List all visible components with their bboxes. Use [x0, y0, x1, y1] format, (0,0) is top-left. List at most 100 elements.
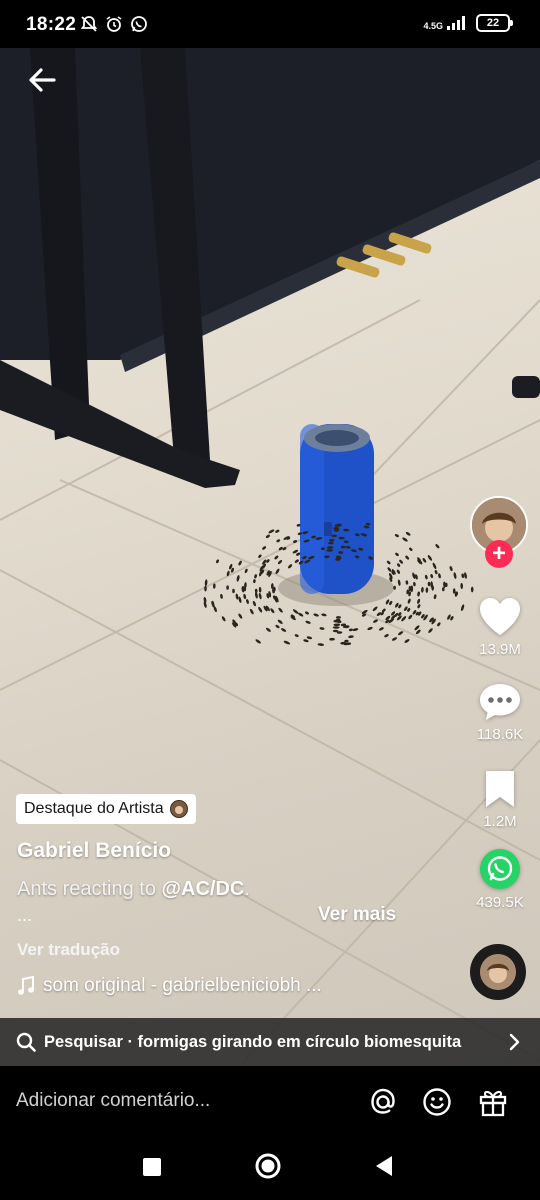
- ant: [226, 585, 229, 590]
- ant: [333, 619, 339, 623]
- ant: [332, 629, 339, 633]
- share-button[interactable]: 439.5K: [460, 848, 540, 911]
- ant: [348, 635, 354, 639]
- back-nav-button[interactable]: [372, 1154, 396, 1178]
- follow-button[interactable]: +: [485, 540, 513, 568]
- ant: [333, 527, 340, 530]
- recent-apps-button[interactable]: [141, 1156, 163, 1178]
- ant: [321, 613, 327, 617]
- ant: [305, 611, 309, 615]
- ant: [216, 559, 219, 564]
- back-arrow-icon: [29, 68, 56, 92]
- ant: [461, 573, 465, 578]
- ant: [379, 627, 384, 631]
- see-more-button[interactable]: Ver mais: [318, 904, 396, 926]
- ant: [464, 572, 467, 579]
- back-button[interactable]: [24, 62, 60, 98]
- ant: [313, 613, 319, 617]
- home-button[interactable]: [254, 1152, 282, 1180]
- ant: [243, 593, 247, 600]
- ant: [317, 643, 325, 646]
- ant: [276, 539, 281, 543]
- whatsapp-status-icon: [131, 16, 147, 32]
- ant: [417, 604, 421, 609]
- ant: [413, 582, 416, 587]
- ant: [397, 579, 401, 586]
- ant: [410, 585, 414, 593]
- ant: [425, 587, 429, 593]
- ant: [277, 619, 283, 624]
- ant: [421, 586, 424, 593]
- ant: [288, 564, 293, 569]
- whatsapp-icon: [480, 849, 520, 889]
- ant: [460, 582, 464, 590]
- ant: [232, 588, 235, 594]
- related-search-bar[interactable]: Pesquisar · formigas girando em círculo …: [0, 1018, 540, 1066]
- ant: [265, 627, 271, 632]
- music-disc-cover: [480, 954, 516, 990]
- ant: [249, 608, 254, 615]
- ant: [394, 534, 399, 538]
- ant: [283, 640, 291, 645]
- ant: [235, 593, 239, 600]
- ant: [393, 585, 396, 590]
- comment-count: 118.6K: [476, 726, 524, 743]
- ant: [244, 568, 248, 574]
- music-disc[interactable]: [470, 944, 526, 1000]
- ant: [438, 573, 441, 579]
- ant: [470, 586, 474, 593]
- video-player[interactable]: [0, 48, 540, 1066]
- ant: [278, 607, 283, 613]
- ant: [396, 569, 400, 574]
- badge-avatar-image: [170, 801, 187, 817]
- ant: [332, 626, 340, 629]
- ant: [348, 628, 353, 632]
- ant: [204, 585, 207, 592]
- comment-icon: [480, 684, 520, 720]
- signal-icon: [447, 16, 465, 30]
- search-suggestion: Pesquisar · formigas girando em círculo …: [44, 1032, 462, 1051]
- ant: [352, 628, 359, 632]
- author-name[interactable]: Gabriel Benício: [17, 839, 171, 863]
- ant: [275, 529, 280, 533]
- ant: [397, 563, 401, 567]
- comments-button[interactable]: 118.6K: [460, 682, 540, 743]
- ant: [204, 579, 208, 587]
- ant: [255, 639, 261, 644]
- ant: [405, 532, 411, 536]
- artist-highlight-badge[interactable]: Destaque do Artista: [16, 794, 196, 824]
- ant: [427, 581, 431, 587]
- caption-text: Ants reacting to: [17, 878, 162, 900]
- heart-icon: [480, 598, 520, 635]
- status-bar: 18:22 4.5G 22: [0, 0, 540, 48]
- ant: [275, 624, 280, 629]
- ant: [265, 534, 270, 539]
- at-icon[interactable]: [368, 1087, 398, 1117]
- ant: [386, 560, 391, 565]
- ant: [384, 634, 389, 638]
- network-indicator: 4.5G: [423, 15, 468, 31]
- caption-text-end: .: [244, 878, 250, 900]
- emoji-icon[interactable]: [422, 1087, 452, 1117]
- sound-label: som original - gabrielbeniciobh ...: [43, 975, 322, 996]
- ant: [333, 623, 341, 627]
- add-comment-input[interactable]: Adicionar comentário...: [16, 1090, 210, 1112]
- battery-indicator: 22: [476, 14, 513, 32]
- ant: [405, 580, 409, 585]
- ant: [417, 591, 420, 597]
- ant: [303, 639, 309, 643]
- ant: [433, 594, 437, 600]
- ant: [292, 609, 299, 614]
- ant: [427, 555, 433, 561]
- sound-link[interactable]: som original - gabrielbeniciobh ...: [17, 975, 322, 997]
- favorite-button[interactable]: 1.2M: [460, 769, 540, 830]
- like-button[interactable]: 13.9M: [460, 597, 540, 658]
- ant: [335, 616, 341, 619]
- chevron-right-icon: [509, 1033, 520, 1051]
- ant: [306, 636, 313, 640]
- caption-mention[interactable]: @AC/DC: [162, 878, 245, 900]
- creator-avatar-group: +: [470, 496, 528, 568]
- ant: [408, 614, 413, 620]
- see-translation-button[interactable]: Ver tradução: [17, 940, 120, 960]
- gift-icon[interactable]: [477, 1087, 509, 1117]
